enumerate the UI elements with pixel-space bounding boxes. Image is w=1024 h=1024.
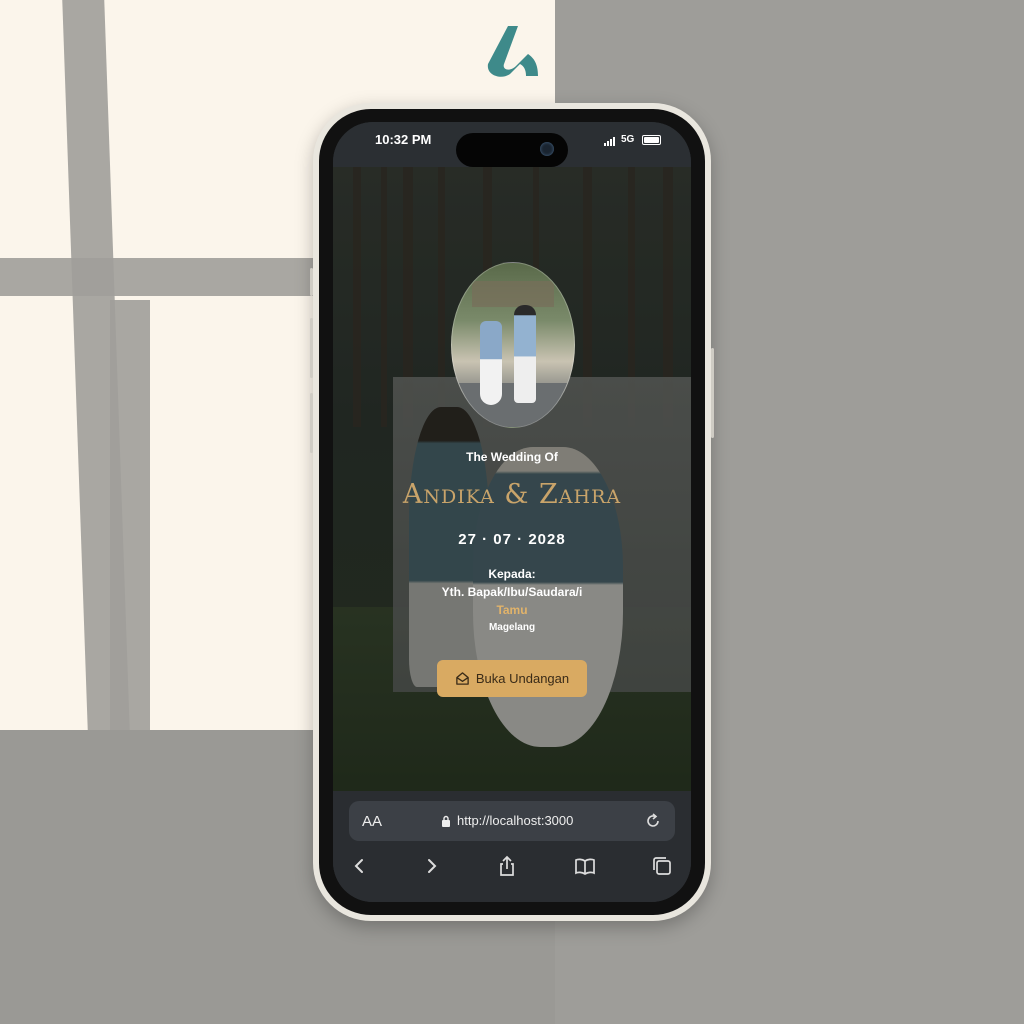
wedding-date: 27 · 07 · 2028 xyxy=(458,531,566,548)
address-bar[interactable]: AA http://localhost:3000 xyxy=(349,801,675,841)
phone-mockup: 10:32 PM 5G The Wedding Of Andika & Zahr… xyxy=(310,103,714,921)
tabs-button[interactable] xyxy=(650,854,674,878)
side-button xyxy=(711,348,714,438)
side-button xyxy=(310,393,313,453)
brand-logo-icon xyxy=(487,26,538,77)
open-invitation-label: Buka Undangan xyxy=(475,671,570,686)
open-invitation-button[interactable]: Buka Undangan xyxy=(437,660,587,697)
bookmarks-icon xyxy=(575,858,595,876)
front-camera xyxy=(540,142,554,156)
side-button xyxy=(310,268,313,296)
back-button[interactable] xyxy=(348,854,372,878)
forward-icon xyxy=(428,859,437,873)
url-text: http://localhost:3000 xyxy=(457,813,574,828)
network-type: 5G xyxy=(621,134,635,145)
wedding-subtitle: The Wedding Of xyxy=(466,450,558,464)
side-button xyxy=(310,318,313,378)
guest-city: Magelang xyxy=(488,622,536,633)
battery-icon xyxy=(642,135,661,145)
guest-name: Tamu xyxy=(496,603,528,617)
forward-button[interactable] xyxy=(419,854,443,878)
share-button[interactable] xyxy=(495,854,519,878)
dynamic-island xyxy=(456,133,568,167)
recipient-label: Kepada: xyxy=(488,567,536,581)
couple-names: Andika & Zahra xyxy=(402,479,622,510)
status-bar: 10:32 PM 5G xyxy=(333,122,691,167)
status-time: 10:32 PM xyxy=(375,132,432,147)
share-icon xyxy=(500,855,514,876)
recipient-salutation: Yth. Bapak/Ibu/Saudara/i xyxy=(441,585,583,599)
tabs-icon xyxy=(653,857,671,875)
url-display[interactable]: http://localhost:3000 xyxy=(441,813,573,828)
phone-screen: 10:32 PM 5G The Wedding Of Andika & Zahr… xyxy=(333,122,691,902)
envelope-icon xyxy=(456,672,469,685)
back-icon xyxy=(354,859,363,873)
window-shadow-bar xyxy=(110,300,150,730)
text-size-label: AA xyxy=(362,813,383,830)
invitation-cover: The Wedding Of Andika & Zahra 27 · 07 · … xyxy=(333,167,691,791)
browser-chrome: AA http://localhost:3000 xyxy=(333,791,691,902)
reload-icon[interactable] xyxy=(643,811,663,831)
lock-icon xyxy=(442,815,450,827)
couple-photo-oval xyxy=(451,262,575,428)
text-size-button[interactable]: AA xyxy=(362,813,382,830)
bookmarks-button[interactable] xyxy=(573,854,597,878)
